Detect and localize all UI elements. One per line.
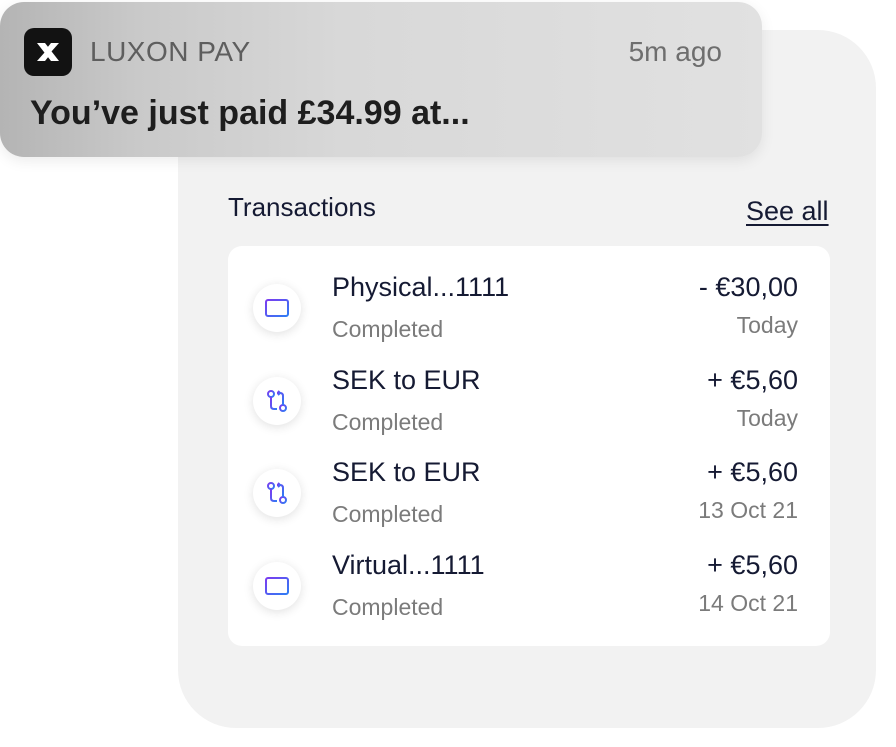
transaction-row[interactable]: Virtual...1111 Completed + €5,60 14 Oct … [228, 524, 830, 620]
transaction-date: 13 Oct 21 [698, 497, 798, 523]
transactions-card: Physical...1111 Completed - €30,00 Today… [228, 246, 830, 646]
transaction-amount: + €5,60 [707, 365, 798, 395]
transaction-amount: - €30,00 [698, 272, 798, 302]
transaction-date: 14 Oct 21 [698, 590, 798, 616]
notification-banner[interactable]: LUXON PAY 5m ago You’ve just paid £34.99… [0, 2, 762, 157]
transaction-date: Today [736, 405, 798, 431]
transaction-name: Physical...1111 [332, 272, 510, 302]
transaction-amount: + €5,60 [707, 457, 798, 487]
card-icon [253, 284, 301, 332]
transaction-status: Completed [332, 594, 444, 620]
transaction-name: SEK to EUR [332, 365, 481, 395]
exchange-icon [253, 469, 301, 517]
transaction-name: Virtual...1111 [332, 550, 485, 580]
luxon-logo-icon [24, 28, 72, 76]
notification-message: You’ve just paid £34.99 at... [30, 94, 470, 132]
notification-time: 5m ago [628, 36, 722, 67]
transaction-name: SEK to EUR [332, 457, 481, 487]
transaction-row[interactable]: SEK to EUR Completed + €5,60 Today [228, 339, 830, 435]
transaction-amount: + €5,60 [707, 550, 798, 580]
transaction-row[interactable]: SEK to EUR Completed + €5,60 13 Oct 21 [228, 431, 830, 527]
transaction-date: Today [736, 312, 798, 338]
stage: LUXON PAY 5m ago You’ve just paid £34.99… [0, 0, 896, 747]
transaction-row[interactable]: Physical...1111 Completed - €30,00 Today [228, 246, 830, 342]
exchange-icon [253, 377, 301, 425]
transactions-title: Transactions [228, 192, 376, 222]
notification-app-name: LUXON PAY [90, 36, 251, 67]
card-icon [253, 562, 301, 610]
see-all-link[interactable]: See all [746, 196, 829, 227]
